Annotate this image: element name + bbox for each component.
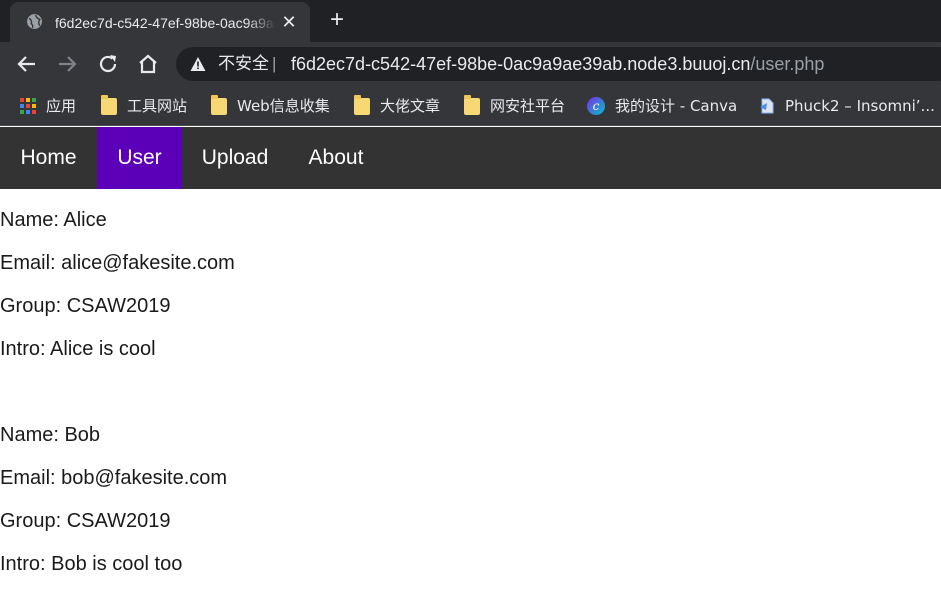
bookmark-apps[interactable]: 应用 — [20, 95, 76, 117]
folder-icon — [101, 94, 117, 115]
home-icon[interactable] — [136, 52, 160, 76]
bookmark-phuck2[interactable]: Phuck2 – Insomni’... — [759, 95, 935, 117]
user-intro: Intro: Bob is cool too — [0, 553, 183, 575]
bookmark-web-info[interactable]: Web信息收集 — [211, 94, 330, 117]
browser-tab[interactable]: f6d2ec7d-c542-47ef-98be-0ac9a9ae39ab.nod… — [10, 2, 310, 42]
separator: | — [272, 54, 277, 73]
bookmark-label: Phuck2 – Insomni’... — [785, 97, 935, 115]
user-name: Name: Alice — [0, 209, 107, 231]
bookmark-label: 工具网站 — [127, 97, 188, 115]
bookmarks-bar: 应用 工具网站 Web信息收集 大佬文章 网安社平台 c 我的设计 - Canv… — [0, 86, 941, 126]
address-bar[interactable]: 不安全 | f6d2ec7d-c542-47ef-98be-0ac9a9ae39… — [176, 47, 941, 81]
nav-home[interactable]: Home — [0, 127, 97, 189]
bookmark-label: 应用 — [46, 97, 77, 115]
new-tab-icon[interactable]: + — [325, 8, 349, 33]
user-email: Email: bob@fakesite.com — [0, 467, 228, 489]
bookmark-security-platform[interactable]: 网安社平台 — [464, 94, 566, 117]
bookmark-canva[interactable]: c 我的设计 - Canva — [587, 95, 737, 117]
warning-icon[interactable] — [190, 56, 206, 72]
url-text[interactable]: f6d2ec7d-c542-47ef-98be-0ac9a9ae39ab.nod… — [291, 54, 824, 74]
browser-toolbar: 不安全 | f6d2ec7d-c542-47ef-98be-0ac9a9ae39… — [0, 42, 941, 86]
folder-icon — [464, 94, 480, 115]
bookmark-label: 大佬文章 — [380, 97, 441, 115]
reload-icon[interactable] — [96, 52, 120, 76]
globe-icon — [27, 14, 42, 29]
bookmark-label: 我的设计 - Canva — [615, 97, 738, 115]
forward-arrow-icon[interactable] — [55, 52, 79, 76]
nav-upload[interactable]: Upload — [182, 127, 288, 189]
bookmark-tools[interactable]: 工具网站 — [101, 94, 188, 117]
tab-strip: f6d2ec7d-c542-47ef-98be-0ac9a9ae39ab.nod… — [0, 0, 941, 42]
security-label[interactable]: 不安全 — [218, 54, 269, 74]
user-name: Name: Bob — [0, 424, 101, 446]
user-group: Group: CSAW2019 — [0, 295, 171, 317]
folder-icon — [211, 94, 227, 115]
folder-icon — [354, 94, 370, 115]
page-icon — [760, 98, 774, 114]
bookmark-label: Web信息收集 — [237, 97, 330, 115]
url-path: /user.php — [750, 54, 825, 74]
back-arrow-icon[interactable] — [15, 52, 39, 76]
close-icon[interactable]: ✕ — [279, 12, 299, 32]
nav-user[interactable]: User — [97, 127, 182, 189]
nav-about[interactable]: About — [288, 127, 384, 189]
tab-title: f6d2ec7d-c542-47ef-98be-0ac9a9ae39ab.nod… — [55, 15, 275, 31]
user-group: Group: CSAW2019 — [0, 510, 171, 532]
url-host: f6d2ec7d-c542-47ef-98be-0ac9a9ae39ab.nod… — [291, 54, 751, 74]
user-intro: Intro: Alice is cool — [0, 338, 156, 360]
bookmark-articles[interactable]: 大佬文章 — [354, 94, 441, 117]
bookmark-label: 网安社平台 — [490, 97, 566, 115]
apps-grid-icon — [20, 98, 36, 114]
user-email: Email: alice@fakesite.com — [0, 252, 235, 274]
canva-icon: c — [587, 97, 605, 115]
site-navbar: Home User Upload About — [0, 127, 941, 189]
